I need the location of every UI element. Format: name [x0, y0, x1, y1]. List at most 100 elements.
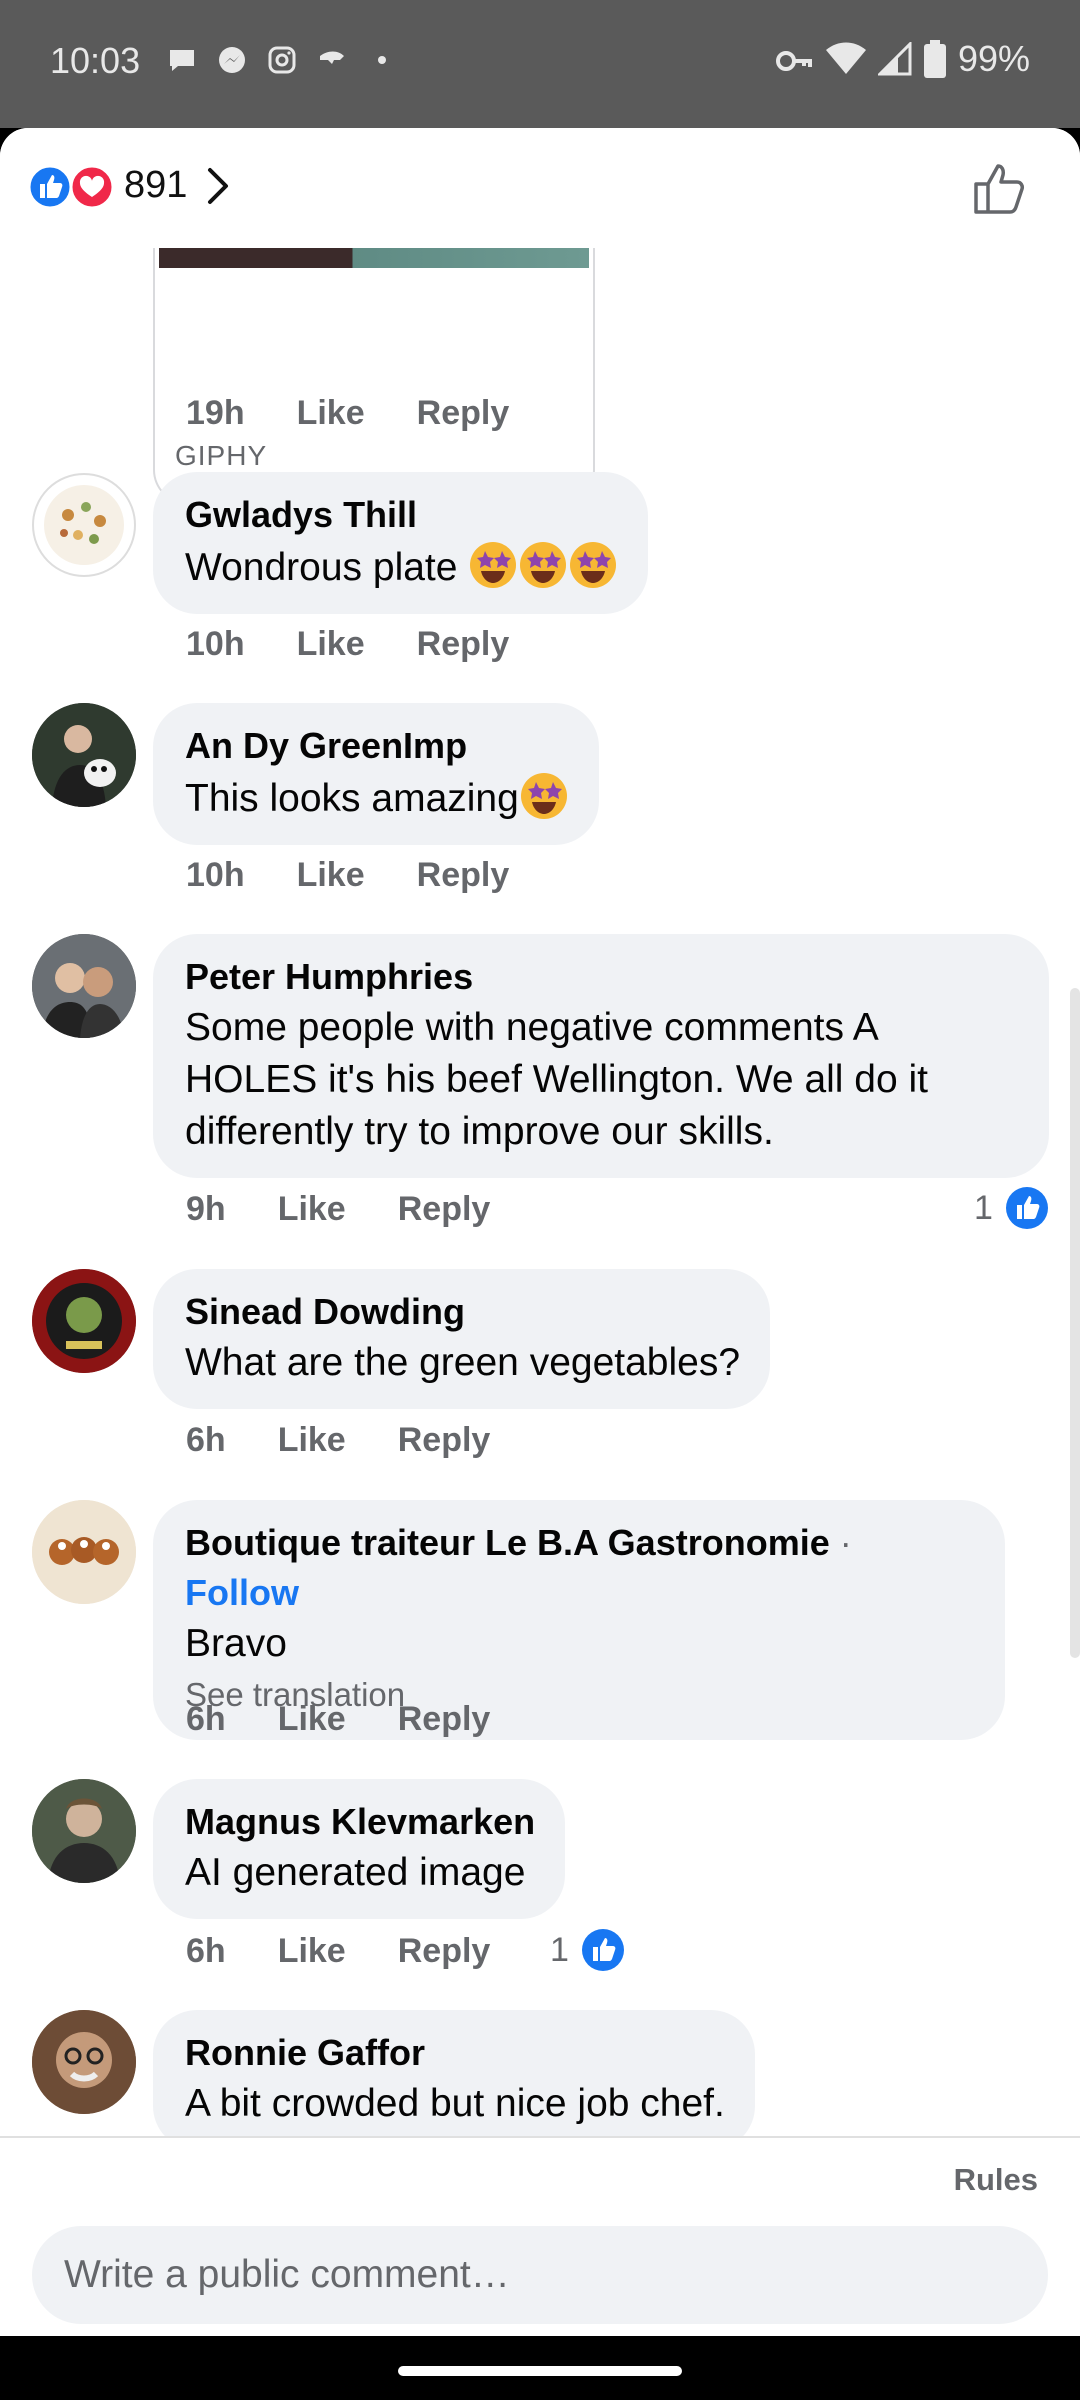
comment-meta: 6h Like Reply — [186, 1700, 542, 1739]
reply-link[interactable]: Reply — [417, 625, 510, 664]
comment-text-line: differently try to improve our skills. — [185, 1110, 774, 1153]
app-icon — [320, 51, 344, 64]
person-with-dog-avatar-icon — [32, 703, 136, 807]
avatar[interactable] — [32, 934, 136, 1038]
commenter-name[interactable]: Peter Humphries — [185, 952, 1019, 1002]
reply-link[interactable]: Reply — [417, 394, 510, 433]
comment-text: AI generated image — [185, 1851, 526, 1894]
comment-meta: 6h Like Reply — [186, 1932, 542, 1971]
comment-text: This looks amazing — [185, 777, 519, 820]
like-link[interactable]: Like — [278, 1190, 346, 1229]
reply-link[interactable]: Reply — [417, 856, 510, 895]
home-gesture-handle[interactable] — [398, 2366, 682, 2376]
comment-like-count[interactable]: 1 — [550, 1928, 625, 1972]
comment-bubble[interactable]: Gwladys Thill Wondrous plate — [153, 472, 649, 614]
star-struck-emoji-icon — [520, 773, 567, 819]
comments-feed[interactable]: GIPHY 19h Like Reply Gwladys Thill Wondr… — [0, 128, 1080, 2136]
comment-bubble[interactable]: Ronnie Gaffor A bit crowded but nice job… — [153, 2010, 755, 2136]
signal-icon — [877, 42, 912, 76]
instagram-icon — [268, 46, 296, 74]
notification-icons — [166, 44, 398, 76]
avatar[interactable] — [32, 1779, 136, 1883]
like-link[interactable]: Like — [297, 856, 365, 895]
separator-dot: · — [839, 1522, 852, 1563]
status-right: 99% — [774, 38, 1030, 80]
two-men-avatar-icon — [32, 934, 136, 1038]
follow-button[interactable]: Follow — [185, 1572, 299, 1613]
like-link[interactable]: Like — [297, 394, 365, 433]
rules-link[interactable]: Rules — [954, 2162, 1038, 2198]
avatar[interactable] — [32, 2010, 136, 2114]
comment-text: Bravo — [185, 1622, 287, 1665]
reaction-count[interactable]: 891 — [124, 164, 187, 207]
like-link[interactable]: Like — [297, 625, 365, 664]
wifi-icon — [825, 42, 866, 74]
comment-meta: 6h Like Reply — [186, 1421, 542, 1460]
comment-text: A bit crowded but nice job chef. — [185, 2082, 725, 2125]
more-dot-icon — [378, 56, 386, 64]
avatar[interactable] — [32, 473, 136, 577]
man-glasses-avatar-icon — [32, 2010, 136, 2114]
badge-logo-avatar-icon — [32, 1269, 136, 1373]
avatar[interactable] — [32, 1269, 136, 1373]
status-time: 10:03 — [50, 40, 141, 81]
star-struck-emoji-icon — [470, 542, 517, 588]
battery-level: 99% — [957, 38, 1030, 79]
avatar[interactable] — [32, 1500, 136, 1604]
scrollbar[interactable] — [1070, 988, 1080, 1658]
key-icon — [775, 51, 812, 71]
comment-bubble[interactable]: Peter Humphries Some people with negativ… — [153, 934, 1049, 1178]
comment-text-line: HOLES it's his beef Wellington. We all d… — [185, 1058, 929, 1101]
giphy-card[interactable]: GIPHY — [153, 238, 595, 504]
star-struck-emoji-icon — [520, 542, 567, 588]
like-link[interactable]: Like — [278, 1932, 346, 1971]
reactions-icon[interactable] — [26, 164, 116, 210]
comment-bubble[interactable]: Magnus Klevmarken AI generated image — [153, 1779, 566, 1919]
reply-link[interactable]: Reply — [398, 1700, 491, 1739]
messenger-icon — [219, 47, 245, 73]
reply-link[interactable]: Reply — [398, 1421, 491, 1460]
commenter-name[interactable]: Ronnie Gaffor — [185, 2028, 725, 2078]
comment-time: 10h — [186, 856, 245, 894]
like-count-value: 1 — [974, 1188, 993, 1227]
comment-time: 6h — [186, 1421, 226, 1459]
chat-icon — [170, 50, 194, 71]
comments-sheet: 891 GIPHY 19h Like Reply Gwladys Thill W… — [0, 128, 1080, 2336]
giphy-label: GIPHY — [175, 440, 268, 471]
battery-icon — [923, 40, 946, 78]
like-thumb-icon[interactable] — [970, 158, 1030, 218]
person-avatar-icon — [32, 1779, 136, 1883]
chevron-right-icon[interactable] — [204, 166, 232, 206]
commenter-name[interactable]: Gwladys Thill — [185, 490, 618, 540]
commenter-name[interactable]: Sinead Dowding — [185, 1287, 740, 1337]
comment-bubble[interactable]: An Dy GreenImp This looks amazing — [153, 703, 599, 845]
like-link[interactable]: Like — [278, 1700, 346, 1739]
comment-input[interactable]: Write a public comment… — [32, 2226, 1048, 2324]
navigation-bar — [0, 2336, 1080, 2400]
commenter-name[interactable]: An Dy GreenImp — [185, 721, 569, 771]
comment-text: What are the green vegetables? — [185, 1341, 741, 1384]
commenter-name[interactable]: Magnus Klevmarken — [185, 1797, 535, 1847]
comment-meta: 10h Like Reply — [186, 856, 561, 895]
like-reaction-icon — [1005, 1187, 1048, 1229]
comment-time: 19h — [186, 394, 245, 432]
like-link[interactable]: Like — [278, 1421, 346, 1460]
comment-like-count[interactable]: 1 — [974, 1186, 1049, 1230]
like-reaction-icon — [581, 1929, 624, 1971]
commenter-name[interactable]: Boutique traiteur Le B.A Gastronomie — [185, 1522, 830, 1563]
reply-link[interactable]: Reply — [398, 1932, 491, 1971]
comment-time: 6h — [186, 1700, 226, 1738]
comment-time: 10h — [186, 625, 245, 663]
star-struck-emoji-icon — [570, 542, 617, 588]
status-bar: 10:03 99% — [0, 0, 1080, 128]
like-count-value: 1 — [550, 1930, 569, 1969]
comment-text-line: Some people with negative comments A — [185, 1006, 879, 1049]
comment-bubble[interactable]: Sinead Dowding What are the green vegeta… — [153, 1269, 771, 1409]
comment-composer-area: Rules Write a public comment… — [0, 2136, 1080, 2336]
comment-meta: 19h Like Reply — [186, 394, 561, 433]
avatar[interactable] — [32, 703, 136, 807]
comment-time: 6h — [186, 1932, 226, 1970]
comment-text: Wondrous plate — [185, 546, 458, 589]
food-plate-avatar-icon — [44, 485, 124, 565]
reply-link[interactable]: Reply — [398, 1190, 491, 1229]
